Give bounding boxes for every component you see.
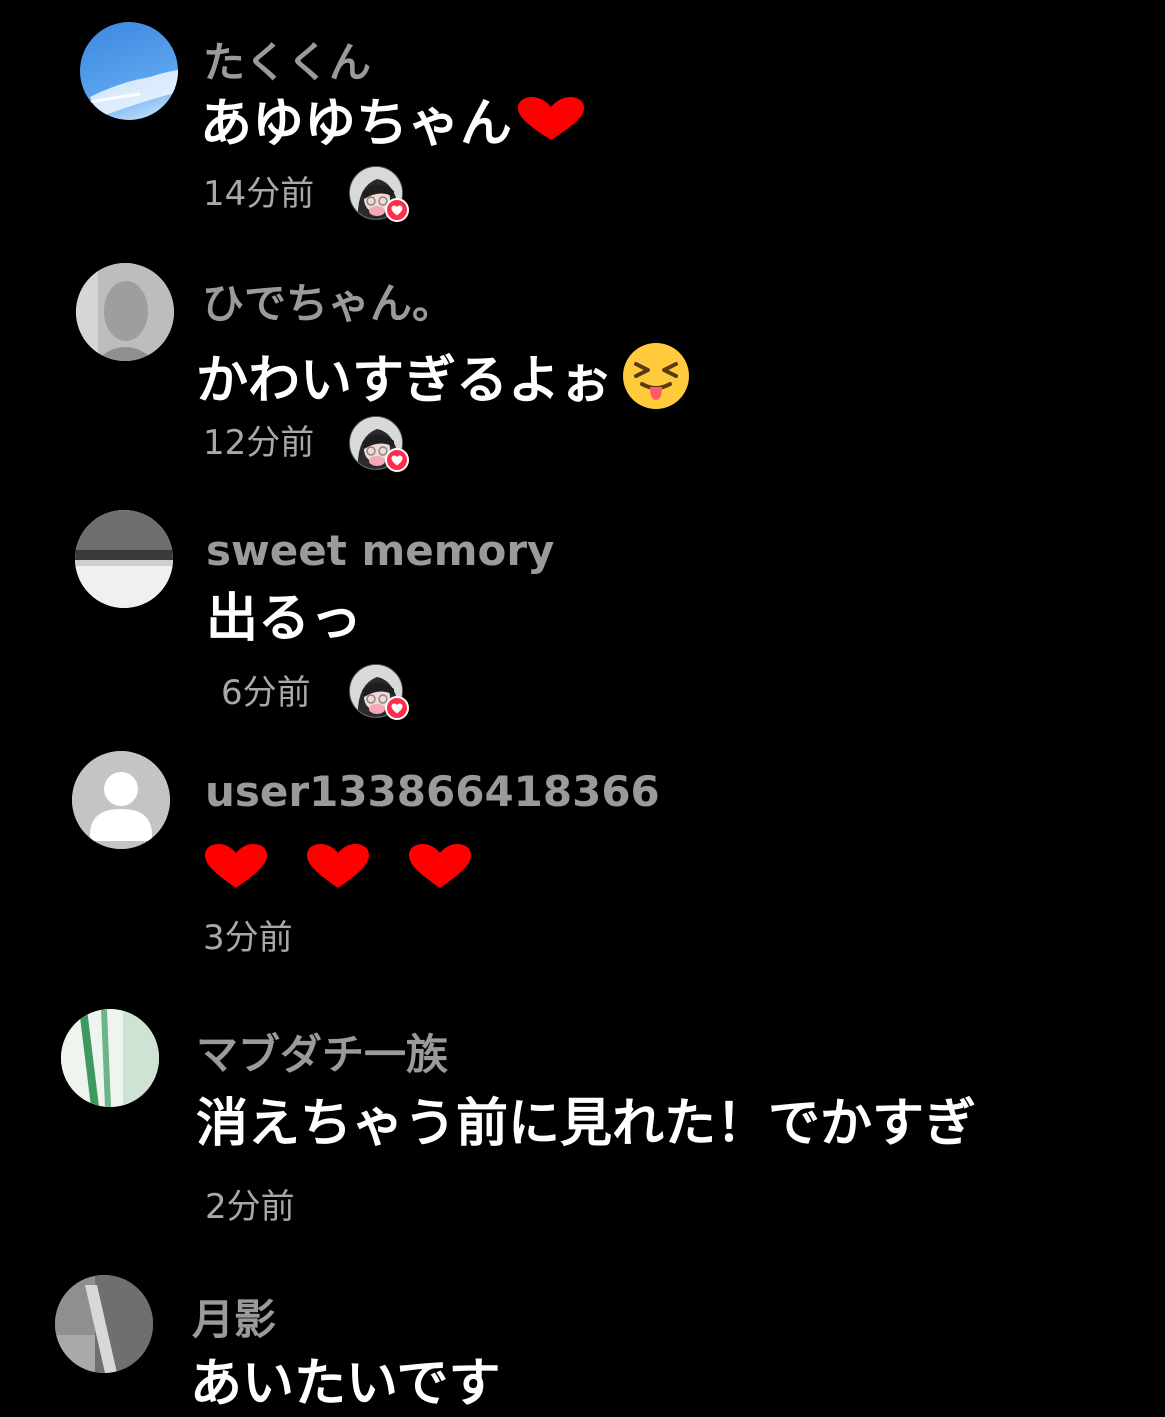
comment-timestamp: 6分前 [221,673,311,713]
user-avatar[interactable] [61,1009,159,1107]
squinting-tongue-emoji-icon [622,342,690,419]
comment-text: かわいすぎるよぉ [196,342,690,419]
comment-text-content: 消えちゃう前に見れた！でかすぎ [196,1094,977,1154]
comment-timestamp: 14分前 [203,174,315,214]
heart-icon [385,696,409,720]
comment-text: 消えちゃう前に見れた！でかすぎ [196,1098,976,1150]
red-heart-icon [516,96,586,151]
user-avatar[interactable] [75,510,173,608]
red-heart-icon [305,842,371,894]
comment-text [203,842,473,894]
comment-text-content: 出るっ [206,589,363,649]
red-heart-icon [203,842,269,894]
comment-username[interactable]: 月影 [192,1299,276,1341]
comment-timestamp: 3分前 [203,918,293,958]
comment-text: あいたいです [190,1358,500,1410]
comment-text: あゆゆちゃん [200,96,586,151]
comment-username[interactable]: sweet memory [206,530,554,572]
liked-by-creator-badge [349,166,409,222]
red-heart-icon [407,842,473,894]
comment-text: 出るっ [206,593,362,645]
comment-text-content: あゆゆちゃん [200,93,513,154]
comment-username[interactable]: user133866418366 [205,771,660,813]
user-avatar[interactable] [72,751,170,849]
heart-icon [385,448,409,472]
comment-username[interactable]: たくくん [203,42,371,84]
comment-text-content: あいたいです [190,1354,501,1414]
user-avatar[interactable] [80,22,178,120]
heart-icon [385,198,409,222]
comment-username[interactable]: ひでちゃん。 [202,283,454,325]
comment-username[interactable]: マブダチ一族 [196,1034,448,1076]
comment-text-content: かわいすぎるよぉ [196,350,613,411]
liked-by-creator-badge [349,664,409,720]
comment-timestamp: 12分前 [203,423,315,463]
comment-timestamp: 2分前 [205,1187,295,1227]
user-avatar[interactable] [55,1275,153,1373]
liked-by-creator-badge [349,416,409,472]
user-avatar[interactable] [76,263,174,361]
default-user-icon [72,751,170,849]
